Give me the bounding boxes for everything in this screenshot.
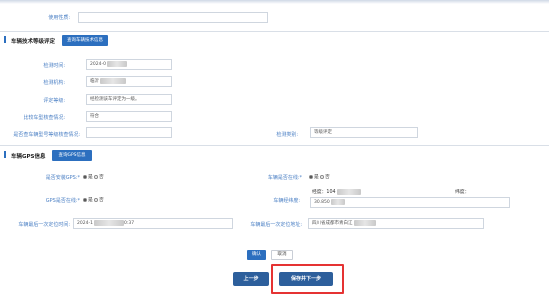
redacted-mask <box>353 219 376 226</box>
last-time-field[interactable]: 2024-1 0:37 <box>73 218 233 229</box>
compare-value: 符合 <box>90 114 99 119</box>
radio-label: 否 <box>99 198 104 203</box>
gps-online-label: GPS是否在线:* <box>45 198 80 204</box>
confirm-button[interactable]: 确认 <box>247 250 266 260</box>
vehicle-online-yes-radio[interactable]: 是 <box>309 173 319 180</box>
redacted-mask <box>336 188 361 195</box>
redacted-mask <box>330 198 345 205</box>
usage-label: 使用性质: <box>48 15 70 21</box>
lat-field[interactable]: 30.850 <box>310 197 510 208</box>
radio-dot <box>83 174 87 179</box>
vehicle-online-no-radio[interactable]: 否 <box>320 173 330 180</box>
gps-installed-no-radio[interactable]: 否 <box>94 173 104 180</box>
divider <box>0 31 549 32</box>
level-value: 等级评定 <box>314 130 332 135</box>
lng-label: 经度：104 <box>312 188 361 195</box>
compare-label: 比较车型核查情况: <box>23 115 65 121</box>
section-marker <box>4 151 6 158</box>
compare-field[interactable]: 符合 <box>86 111 172 122</box>
redacted-mask <box>93 219 124 226</box>
grade-label: 评定等级: <box>43 98 65 104</box>
gps-installed-label: 是否安装GPS:* <box>45 175 80 181</box>
radio-dot <box>94 174 98 179</box>
radio-label: 否 <box>325 175 330 180</box>
vehicle-online-label: 车辆是否在线:* <box>267 175 302 181</box>
gps-online-no-radio[interactable]: 否 <box>94 196 104 203</box>
tech-section-title: 车辆技术等级评定 <box>11 39 56 45</box>
check-time-value: 2024-0 <box>90 62 106 67</box>
level-field[interactable]: 等级评定 <box>310 127 418 138</box>
radio-label: 是 <box>314 175 319 180</box>
lat-label: 纬度： <box>455 190 470 195</box>
prev-step-button[interactable]: 上一步 <box>233 272 269 286</box>
check-org-field[interactable]: 临沂 <box>86 76 172 87</box>
radio-label: 是 <box>88 198 93 203</box>
form-page: 使用性质: 车辆技术等级评定 查询车辆技术信息 检测时间: 2024-0 检测机… <box>0 0 549 307</box>
redacted-mask <box>106 60 127 67</box>
gps-online-yes-radio[interactable]: 是 <box>83 196 93 203</box>
level-label: 检测类别: <box>276 132 298 138</box>
usage-field[interactable] <box>78 12 268 23</box>
latlng-label: 车辆经纬度: <box>273 198 300 204</box>
last-addr-field[interactable]: 四川省成都市青白江 <box>308 218 484 229</box>
last-time-label: 车辆最后一次定位时间: <box>18 222 70 228</box>
query-tech-button[interactable]: 查询车辆技术信息 <box>62 35 108 46</box>
check-time-field[interactable]: 2024-0 <box>86 59 172 70</box>
radio-dot <box>83 197 87 202</box>
gps-section-title: 车辆GPS信息 <box>11 154 46 160</box>
lng-value: 经度：104 <box>312 190 336 195</box>
last-addr-value: 四川省成都市青白江 <box>312 221 353 226</box>
lat-value: 30.850 <box>314 200 330 205</box>
section-marker <box>4 36 6 43</box>
gps-installed-yes-radio[interactable]: 是 <box>83 173 93 180</box>
check-org-value: 临沂 <box>90 79 99 84</box>
query-model-label: 是否查车辆型号等级核查情况: <box>13 132 80 138</box>
redacted-mask <box>100 77 126 84</box>
grade-value: 经检测该车评定为一级。 <box>90 97 140 102</box>
check-org-label: 检测机构: <box>43 80 65 86</box>
query-gps-button[interactable]: 查询GPS信息 <box>52 150 92 161</box>
cancel-button[interactable]: 取消 <box>271 250 293 260</box>
radio-label: 否 <box>99 175 104 180</box>
check-time-label: 检测时间: <box>43 63 65 69</box>
last-time-value: 2024-1 <box>77 221 93 226</box>
last-addr-label: 车辆最后一次定位地址: <box>250 222 302 228</box>
last-time-suffix: 0:37 <box>123 221 135 226</box>
save-next-button[interactable]: 保存并下一步 <box>279 272 333 286</box>
query-model-field[interactable] <box>86 127 172 138</box>
grade-field[interactable]: 经检测该车评定为一级。 <box>86 94 172 105</box>
divider <box>0 145 549 146</box>
radio-dot <box>94 197 98 202</box>
radio-label: 是 <box>88 175 93 180</box>
radio-dot <box>309 174 313 179</box>
radio-dot <box>320 174 324 179</box>
